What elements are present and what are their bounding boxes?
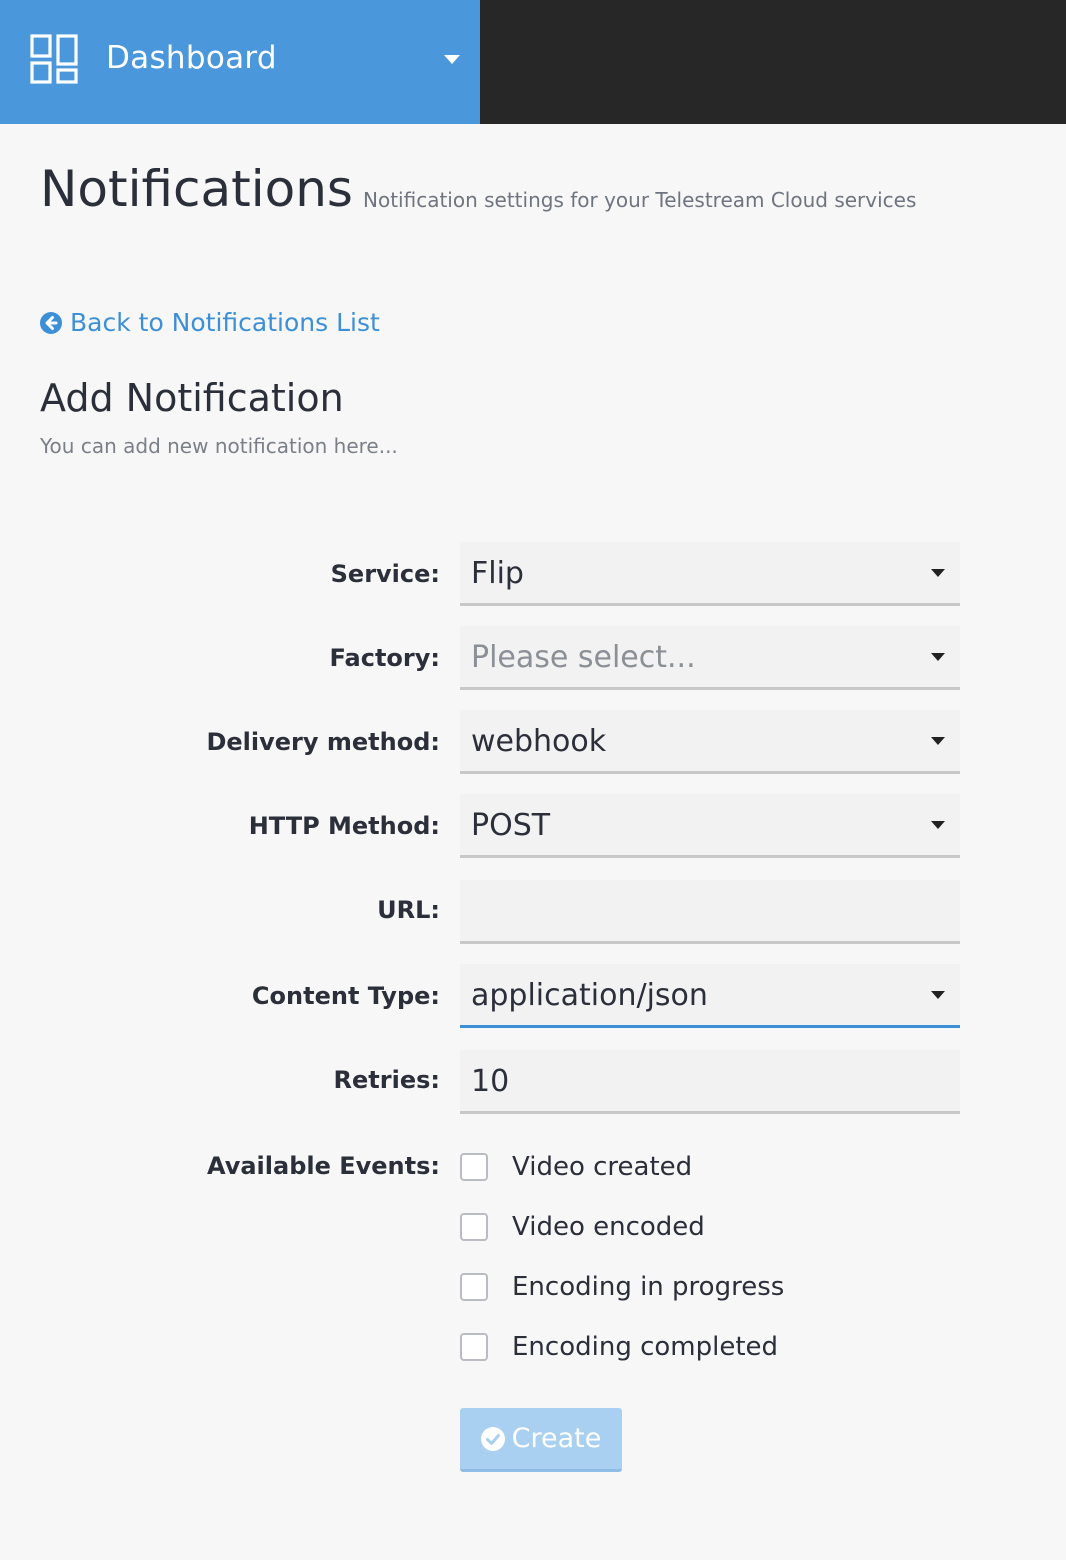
content-type-value: application/json <box>471 978 708 1013</box>
chevron-down-icon <box>931 653 945 661</box>
chevron-down-icon <box>931 737 945 745</box>
event-label: Video encoded <box>512 1212 705 1242</box>
available-events-label: Available Events: <box>206 1152 440 1180</box>
delivery-method-select[interactable]: webhook <box>460 710 960 774</box>
dashboard-menu[interactable]: Dashboard <box>0 0 480 124</box>
content-type-label: Content Type: <box>251 982 440 1010</box>
factory-label: Factory: <box>329 644 440 672</box>
dashboard-label: Dashboard <box>106 40 277 76</box>
chevron-down-icon <box>931 569 945 577</box>
create-button[interactable]: Create <box>460 1408 622 1472</box>
service-value: Flip <box>471 556 524 591</box>
back-link-label: Back to Notifications List <box>70 308 380 337</box>
arrow-left-circle-icon <box>40 311 62 334</box>
http-method-label: HTTP Method: <box>248 812 440 840</box>
delivery-method-label: Delivery method: <box>206 728 440 756</box>
service-label: Service: <box>330 560 440 588</box>
delivery-method-value: webhook <box>471 724 607 759</box>
event-encoding-in-progress[interactable]: Encoding in progress <box>460 1272 784 1302</box>
page-title: Notifications <box>40 160 353 218</box>
url-field[interactable] <box>460 880 960 944</box>
event-encoding-completed[interactable]: Encoding completed <box>460 1332 778 1362</box>
section-title: Add Notification <box>40 376 344 420</box>
service-select[interactable]: Flip <box>460 542 960 606</box>
http-method-value: POST <box>471 808 551 843</box>
chevron-down-icon <box>444 55 460 64</box>
event-label: Video created <box>512 1152 693 1182</box>
dashboard-grid-icon <box>30 34 78 84</box>
retries-field[interactable]: 10 <box>460 1050 960 1114</box>
http-method-select[interactable]: POST <box>460 794 960 858</box>
chevron-down-icon <box>931 821 945 829</box>
checkbox[interactable] <box>460 1333 488 1361</box>
retries-label: Retries: <box>333 1066 440 1094</box>
event-video-created[interactable]: Video created <box>460 1152 692 1182</box>
section-subtitle: You can add new notification here... <box>40 434 398 458</box>
url-label: URL: <box>377 896 440 924</box>
factory-placeholder: Please select... <box>471 640 696 675</box>
back-to-notifications-link[interactable]: Back to Notifications List <box>40 308 380 337</box>
page-subtitle: Notification settings for your Telestrea… <box>363 188 917 212</box>
chevron-down-icon <box>931 991 945 999</box>
create-button-label: Create <box>511 1423 602 1454</box>
event-video-encoded[interactable]: Video encoded <box>460 1212 705 1242</box>
checkbox[interactable] <box>460 1153 488 1181</box>
factory-select[interactable]: Please select... <box>460 626 960 690</box>
top-bar: Dashboard <box>0 0 1066 124</box>
content-type-select[interactable]: application/json <box>460 964 960 1028</box>
retries-value: 10 <box>471 1064 510 1099</box>
event-label: Encoding completed <box>512 1332 779 1362</box>
event-label: Encoding in progress <box>512 1272 785 1302</box>
checkbox[interactable] <box>460 1273 488 1301</box>
check-circle-icon <box>480 1426 505 1451</box>
checkbox[interactable] <box>460 1213 488 1241</box>
url-input[interactable] <box>460 880 960 941</box>
